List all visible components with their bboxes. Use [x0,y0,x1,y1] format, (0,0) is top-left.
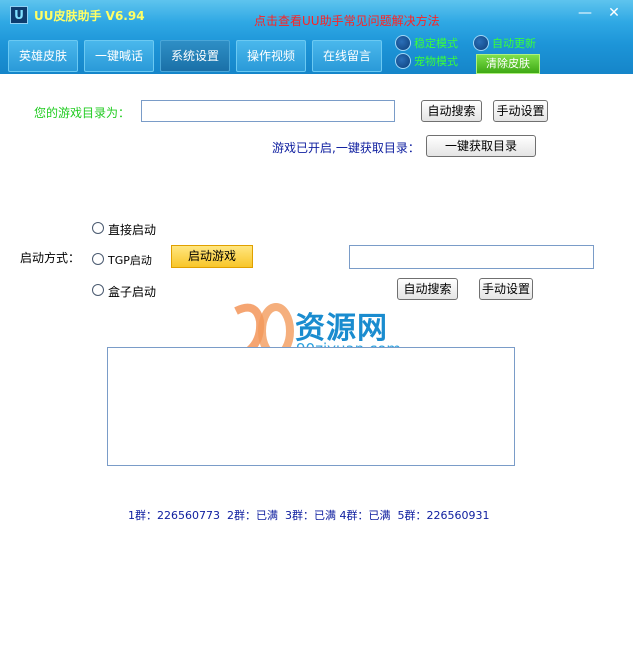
tab-hero-skins[interactable]: 英雄皮肤 [8,40,78,72]
manual-set-button[interactable]: 手动设置 [493,100,548,122]
tab-online-message[interactable]: 在线留言 [312,40,382,72]
get-dir-hint: 游戏已开启,一键获取目录： [272,141,420,155]
tab-system-settings[interactable]: 系统设置 [160,40,230,72]
launch-box-radio[interactable] [92,284,104,296]
pet-mode-label: 宠物模式 [414,55,458,68]
app-logo-icon: U [10,6,28,24]
minimize-button[interactable]: — [573,4,597,22]
close-button[interactable]: ✕ [602,4,626,22]
launch-tgp-radio[interactable] [92,253,104,265]
launch-method-label: 启动方式： [20,251,81,265]
clear-skin-button[interactable]: 清除皮肤 [476,54,540,74]
pet-mode-radio[interactable] [395,53,411,69]
stable-mode-label: 稳定模式 [414,37,458,50]
title-bar: U UU皮肤助手 V6.94 点击查看UU助手常见问题解决方法 — ✕ 英雄皮肤… [0,0,633,74]
faq-link[interactable]: 点击查看UU助手常见问题解决方法 [254,12,440,29]
qq-groups-footer: 1群：226560773 2群：已满 3群：已满 4群：已满 5群：226560… [128,509,490,522]
tab-tutorial-videos[interactable]: 操作视频 [236,40,306,72]
launch-direct-radio[interactable] [92,222,104,234]
auto-search-button[interactable]: 自动搜索 [421,100,482,122]
auto-update-radio[interactable] [473,35,489,51]
app-title: UU皮肤助手 V6.94 [34,9,145,23]
launch-direct-label: 直接启动 [108,223,157,237]
launcher-path-input[interactable] [349,245,594,269]
game-dir-input[interactable] [141,100,395,122]
launch-tgp-label: TGP启动 [108,254,152,267]
log-textarea[interactable] [107,347,515,466]
launch-box-label: 盒子启动 [108,285,157,299]
tab-one-click-shout[interactable]: 一键喊话 [84,40,154,72]
launch-game-button[interactable]: 启动游戏 [171,245,253,268]
launcher-auto-search-button[interactable]: 自动搜索 [397,278,458,300]
game-dir-label: 您的游戏目录为： [34,106,131,120]
auto-update-label: 自动更新 [492,37,536,50]
launcher-manual-set-button[interactable]: 手动设置 [479,278,533,300]
stable-mode-radio[interactable] [395,35,411,51]
get-dir-button[interactable]: 一键获取目录 [426,135,536,157]
